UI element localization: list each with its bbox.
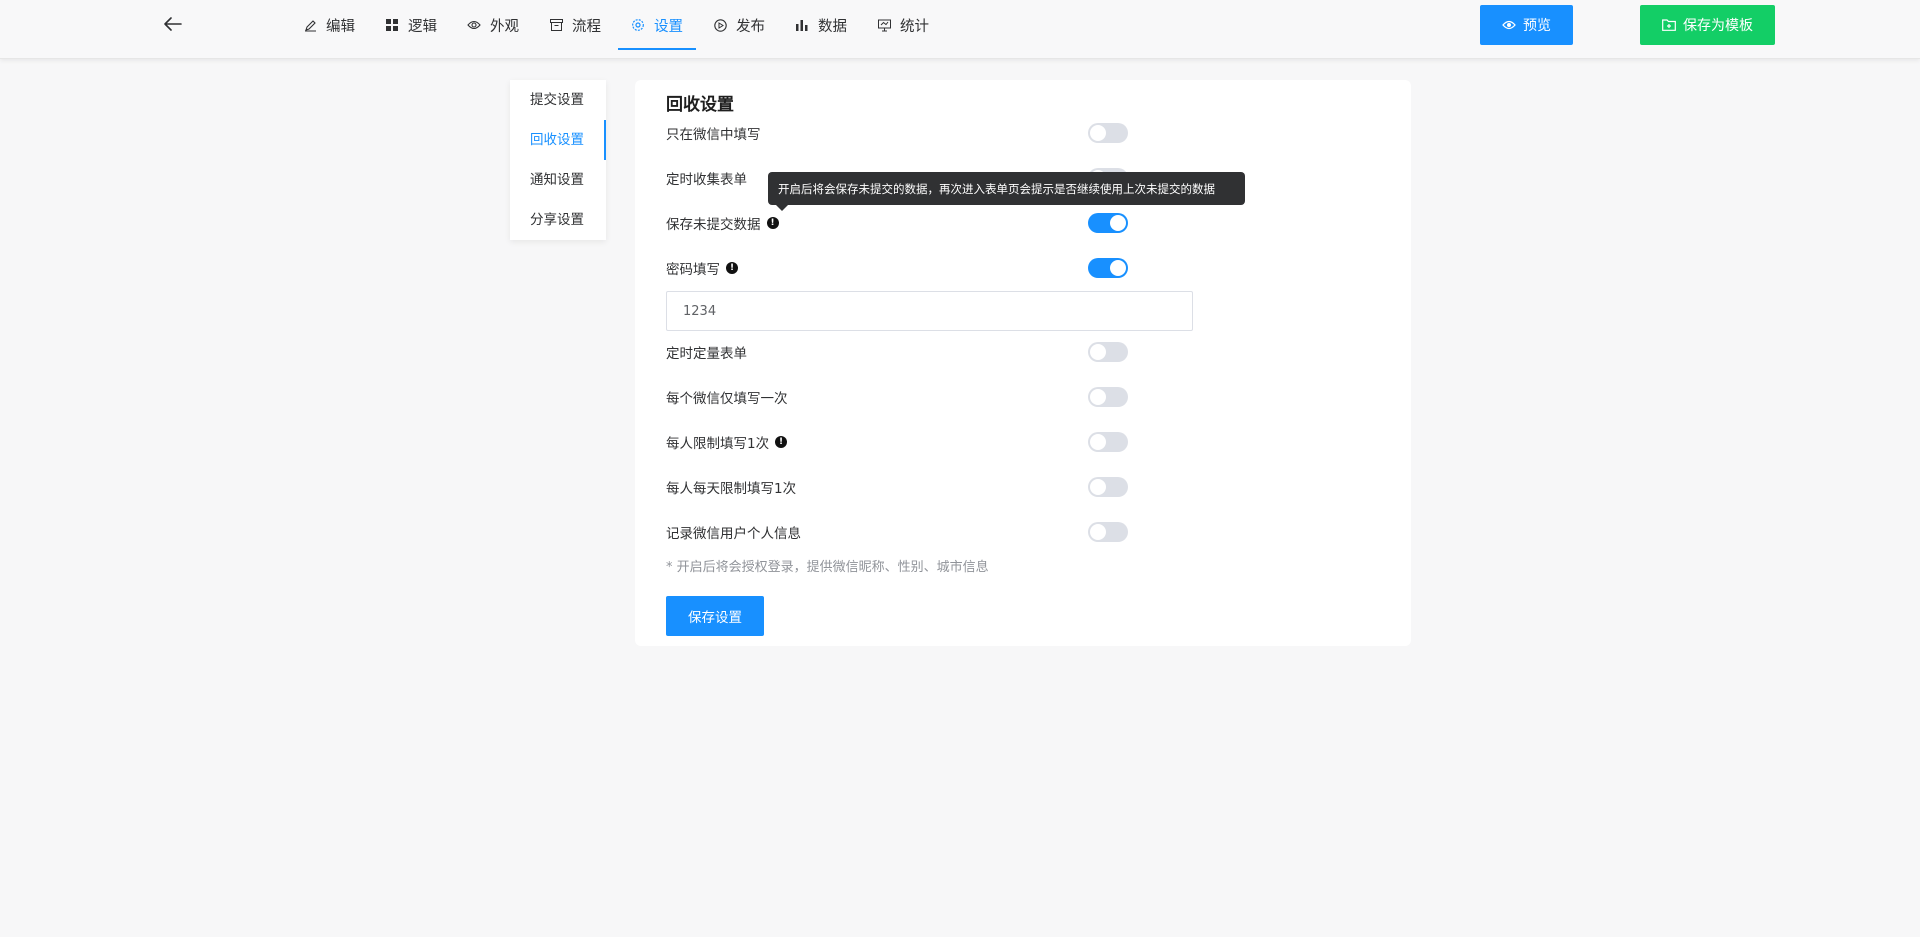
settings-side-menu: 提交设置 回收设置 通知设置 分享设置 [510, 80, 606, 240]
nav-tab-label: 编辑 [326, 18, 355, 35]
nav-tab-data[interactable]: 数据 [782, 0, 860, 50]
nav-tab-flow[interactable]: 流程 [536, 0, 614, 50]
save-settings-button[interactable]: 保存设置 [666, 596, 764, 636]
folder-add-icon [1662, 19, 1676, 31]
setting-row-password: 密码填写 ! [666, 256, 1131, 280]
once-per-day-switch[interactable] [1088, 477, 1128, 497]
nav-tab-label: 流程 [572, 18, 601, 35]
save-as-template-button[interactable]: 保存为模板 [1640, 5, 1775, 45]
setting-row-once-per-person: 每人限制填写1次 ! [666, 430, 1131, 454]
main-nav: 编辑 逻辑 外观 流程 设置 发布 数据 统计 [290, 0, 946, 50]
eye-icon [1502, 20, 1516, 30]
setting-row-once-per-wechat: 每个微信仅填写一次 [666, 385, 1131, 409]
setting-label: 定时定量表单 [666, 346, 747, 362]
side-item-submit-settings[interactable]: 提交设置 [510, 80, 606, 120]
back-button[interactable] [158, 12, 188, 36]
setting-row-record-wechat-info: 记录微信用户个人信息 [666, 520, 1131, 544]
nav-tab-appearance[interactable]: 外观 [454, 0, 532, 50]
play-circle-icon [713, 18, 727, 32]
gear-icon [631, 18, 645, 32]
grid-icon [385, 18, 399, 32]
flow-icon [549, 18, 563, 32]
nav-tab-label: 逻辑 [408, 18, 437, 35]
side-item-collect-settings[interactable]: 回收设置 [510, 120, 606, 160]
password-switch[interactable] [1088, 258, 1128, 278]
side-item-share-settings[interactable]: 分享设置 [510, 200, 606, 240]
nav-tab-logic[interactable]: 逻辑 [372, 0, 450, 50]
nav-tab-edit[interactable]: 编辑 [290, 0, 368, 50]
save-unsubmitted-switch[interactable] [1088, 213, 1128, 233]
preview-label: 预览 [1523, 17, 1551, 33]
panel-title: 回收设置 [666, 95, 734, 115]
setting-row-save-unsubmitted: 保存未提交数据 ! [666, 211, 1131, 235]
nav-tab-label: 数据 [818, 18, 847, 35]
nav-tab-label: 设置 [654, 18, 683, 35]
bar-chart-icon [795, 18, 809, 32]
setting-label: 每人每天限制填写1次 [666, 481, 797, 497]
setting-row-timed-quota: 定时定量表单 [666, 340, 1131, 364]
record-wechat-info-switch[interactable] [1088, 522, 1128, 542]
setting-row-wechat-only: 只在微信中填写 [666, 121, 1131, 145]
top-bar: 编辑 逻辑 外观 流程 设置 发布 数据 统计 预览 保存为模板 [0, 0, 1920, 59]
password-input[interactable] [666, 291, 1193, 331]
wechat-only-switch[interactable] [1088, 123, 1128, 143]
arrow-left-icon [164, 17, 182, 31]
edit-icon [303, 18, 317, 32]
setting-row-once-per-day: 每人每天限制填写1次 [666, 475, 1131, 499]
nav-tab-label: 发布 [736, 18, 765, 35]
setting-label: 记录微信用户个人信息 [666, 526, 801, 542]
nav-tab-label: 外观 [490, 18, 519, 35]
setting-label: 定时收集表单 [666, 172, 747, 188]
setting-label: 每个微信仅填写一次 [666, 391, 788, 407]
info-icon[interactable]: ! [766, 217, 779, 229]
info-icon[interactable]: ! [726, 262, 738, 274]
setting-label: 只在微信中填写 [666, 127, 761, 143]
once-per-wechat-switch[interactable] [1088, 387, 1128, 407]
collect-settings-panel: 回收设置 只在微信中填写 定时收集表单 保存未提交数据 ! 密码填写 ! 定时定… [635, 80, 1411, 646]
side-item-notify-settings[interactable]: 通知设置 [510, 160, 606, 200]
preview-button[interactable]: 预览 [1480, 5, 1573, 45]
nav-tab-publish[interactable]: 发布 [700, 0, 778, 50]
setting-label: 密码填写 [666, 262, 720, 278]
save-as-template-label: 保存为模板 [1683, 17, 1753, 33]
nav-tab-statistics[interactable]: 统计 [864, 0, 942, 50]
setting-label: 每人限制填写1次 [666, 436, 770, 452]
once-per-person-switch[interactable] [1088, 432, 1128, 452]
setting-label: 保存未提交数据 [666, 217, 761, 233]
eye-icon [467, 18, 481, 32]
record-info-hint: * 开启后将会授权登录，提供微信昵称、性别、城市信息 [666, 560, 989, 575]
info-icon[interactable]: ! [775, 436, 788, 448]
nav-tab-label: 统计 [900, 18, 929, 35]
stats-icon [877, 18, 891, 32]
tooltip: 开启后将会保存未提交的数据，再次进入表单页会提示是否继续使用上次未提交的数据 [768, 172, 1245, 211]
nav-tab-settings[interactable]: 设置 [618, 0, 696, 50]
timed-quota-switch[interactable] [1088, 342, 1128, 362]
